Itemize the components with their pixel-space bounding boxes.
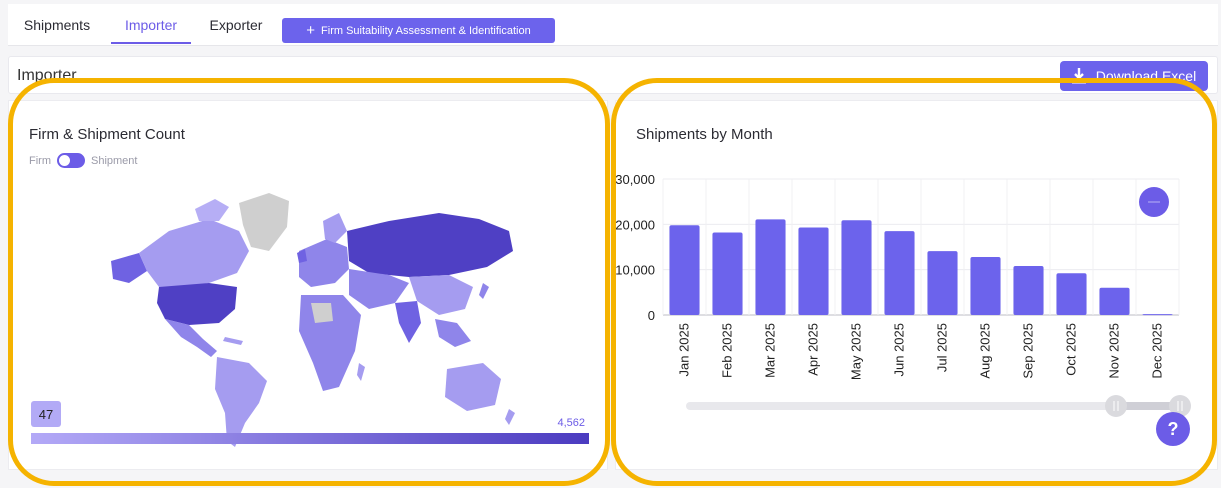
section-title: Importer: [17, 67, 77, 84]
map-region-china: [409, 275, 473, 315]
map-region-australia: [445, 363, 501, 411]
map-card-title: Firm & Shipment Count: [29, 126, 185, 143]
bar-oct-2025[interactable]: [1056, 273, 1087, 315]
map-region-caribbean: [223, 337, 243, 345]
firm-shipment-toggle[interactable]: [57, 153, 85, 168]
download-excel-label: Download Excel: [1095, 68, 1197, 84]
bar-dec-2025[interactable]: [1142, 314, 1173, 316]
firm-suitability-button[interactable]: + Firm Suitability Assessment & Identifi…: [282, 18, 555, 43]
shipments-bar-chart: 0 10,000 20,000 30,000 Jan 2025 Feb 2025 Mar …: [616, 172, 1191, 417]
scale-min-label: 47: [31, 401, 61, 427]
y-tick-label: 0: [648, 308, 655, 323]
map-region-russia: [347, 213, 513, 277]
map-region-japan: [479, 283, 489, 299]
x-tick-label: Feb 2025: [720, 323, 735, 378]
color-scale-bar: [31, 433, 589, 444]
help-button[interactable]: ?: [1156, 412, 1190, 446]
chart-y-axis: 0 10,000 20,000 30,000: [616, 172, 655, 323]
plus-icon: +: [306, 22, 316, 39]
x-tick-label: Dec 2025: [1150, 323, 1165, 379]
bar-nov-2025[interactable]: [1099, 287, 1130, 315]
bar-sep-2025[interactable]: [1013, 266, 1044, 315]
x-tick-label: Sep 2025: [1021, 323, 1036, 379]
y-tick-label: 30,000: [616, 172, 655, 187]
x-tick-label: Aug 2025: [978, 323, 993, 379]
x-tick-label: Mar 2025: [763, 323, 778, 378]
x-tick-label: Jul 2025: [935, 323, 950, 372]
toggle-firm-label: Firm: [29, 154, 51, 167]
bar-jul-2025[interactable]: [927, 251, 958, 315]
x-tick-label: Oct 2025: [1064, 323, 1079, 376]
firm-suitability-label: Firm Suitability Assessment & Identifica…: [321, 24, 531, 37]
shipments-by-month-card: Shipments by Month 0 10,000 20,000 30,000 J…: [615, 100, 1218, 470]
map-region-scandinavia: [323, 213, 347, 243]
toggle-shipment-label: Shipment: [91, 154, 138, 167]
bar-mar-2025[interactable]: [755, 219, 786, 315]
download-icon: [1071, 68, 1086, 84]
toggle-knob: [59, 155, 70, 166]
section-header: Importer Download Excel: [8, 56, 1218, 94]
map-region-usa: [157, 283, 237, 325]
range-slider-handle-left[interactable]: [1105, 395, 1127, 417]
map-region-arctic-islands: [195, 199, 229, 221]
x-tick-label: Nov 2025: [1107, 323, 1122, 379]
bar-feb-2025[interactable]: [712, 232, 743, 315]
world-map[interactable]: [99, 191, 519, 451]
bar-jan-2025[interactable]: [669, 225, 700, 315]
tab-bar: Shipments Importer Exporter + Firm Suita…: [8, 4, 1218, 46]
tab-exporter[interactable]: Exporter: [204, 4, 268, 46]
tab-importer[interactable]: Importer: [111, 4, 191, 44]
x-tick-label: Jan 2025: [677, 323, 692, 377]
firm-shipment-card: Firm & Shipment Count Firm Shipment 47 4…: [8, 100, 608, 470]
tab-shipments[interactable]: Shipments: [18, 4, 96, 46]
firm-shipment-toggle-row: Firm Shipment: [29, 153, 137, 168]
map-region-madagascar: [357, 363, 365, 381]
y-tick-label: 20,000: [616, 217, 655, 232]
bar-jun-2025[interactable]: [884, 231, 915, 315]
map-region-europe: [299, 239, 349, 287]
map-region-new-zealand: [505, 409, 515, 425]
x-tick-label: May 2025: [849, 323, 864, 380]
chart-x-axis: Jan 2025 Feb 2025 Mar 2025 Apr 2025 May 2025…: [677, 323, 1165, 380]
scale-max-label: 4,562: [557, 417, 585, 429]
map-region-canada: [139, 219, 249, 287]
bar-may-2025[interactable]: [841, 220, 872, 315]
map-region-greenland: [239, 193, 289, 251]
x-tick-label: Apr 2025: [806, 323, 821, 376]
x-tick-label: Jun 2025: [892, 323, 907, 377]
bar-aug-2025[interactable]: [970, 256, 1001, 315]
y-tick-label: 10,000: [616, 263, 655, 278]
map-region-india: [395, 301, 421, 343]
download-excel-button[interactable]: Download Excel: [1060, 61, 1208, 91]
bar-apr-2025[interactable]: [798, 227, 829, 315]
map-region-se-asia: [435, 319, 471, 347]
